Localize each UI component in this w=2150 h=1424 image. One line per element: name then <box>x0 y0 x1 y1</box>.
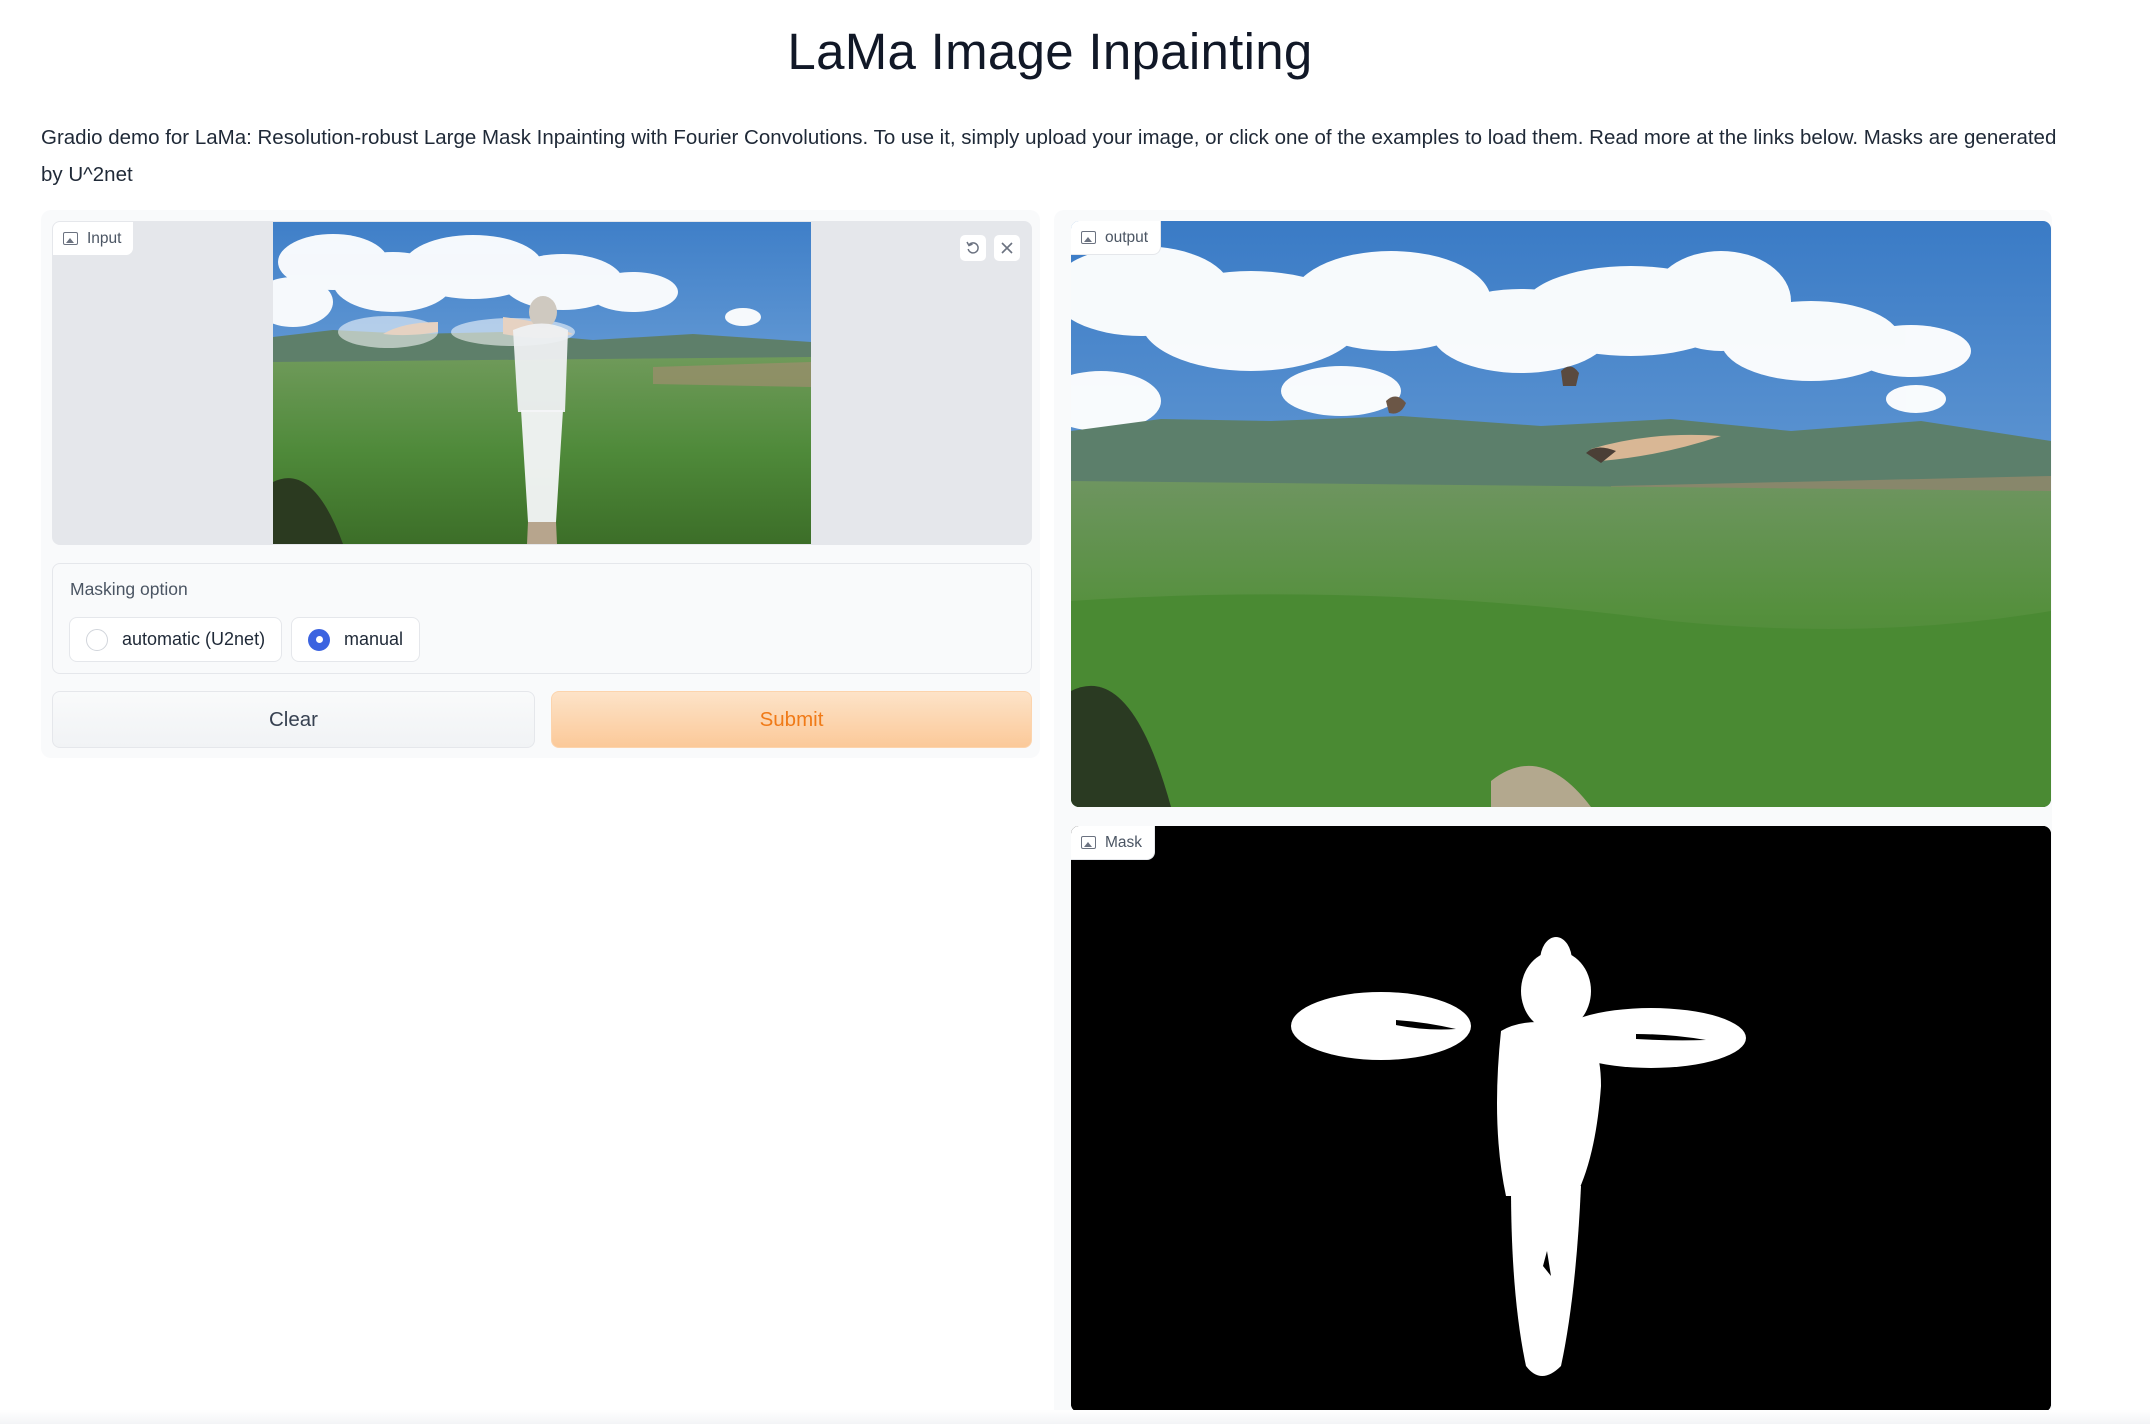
output-label: output <box>1105 228 1149 246</box>
masking-option-group: Masking option automatic (U2net) manual <box>52 563 1032 674</box>
remove-image-button[interactable] <box>993 234 1021 262</box>
input-label-tag: Input <box>53 222 135 256</box>
input-image-component[interactable]: Input <box>52 221 1032 545</box>
radio-label-automatic: automatic (U2net) <box>122 629 266 649</box>
close-icon <box>1001 242 1013 254</box>
input-photo[interactable] <box>273 222 811 544</box>
undo-button[interactable] <box>959 234 987 262</box>
radio-circle-automatic[interactable] <box>86 628 108 651</box>
mask-shape <box>1071 826 2051 1412</box>
image-icon <box>63 232 78 245</box>
mask-label-tag: Mask <box>1071 826 1156 860</box>
clear-button[interactable]: Clear <box>52 691 535 748</box>
mask-image-component: Mask <box>1071 826 2051 1412</box>
radio-manual[interactable]: manual <box>291 617 421 662</box>
image-icon <box>1081 231 1096 244</box>
output-photo <box>1071 221 2051 807</box>
page-bottom-edge <box>0 1410 2150 1424</box>
input-label: Input <box>87 229 122 247</box>
page-title: LaMa Image Inpainting <box>787 23 1313 80</box>
output-image-component: output <box>1071 221 2051 807</box>
radio-automatic-u2net[interactable]: automatic (U2net) <box>69 617 283 662</box>
submit-button[interactable]: Submit <box>551 691 1032 748</box>
image-icon <box>1081 836 1096 849</box>
output-label-tag: output <box>1071 221 1162 255</box>
mask-label: Mask <box>1105 833 1143 851</box>
page-description: Gradio demo for LaMa: Resolution-robust … <box>41 126 2057 186</box>
radio-label-manual: manual <box>344 629 404 649</box>
masking-option-label: Masking option <box>70 579 188 599</box>
undo-icon <box>966 241 979 254</box>
radio-circle-manual[interactable] <box>308 628 330 651</box>
